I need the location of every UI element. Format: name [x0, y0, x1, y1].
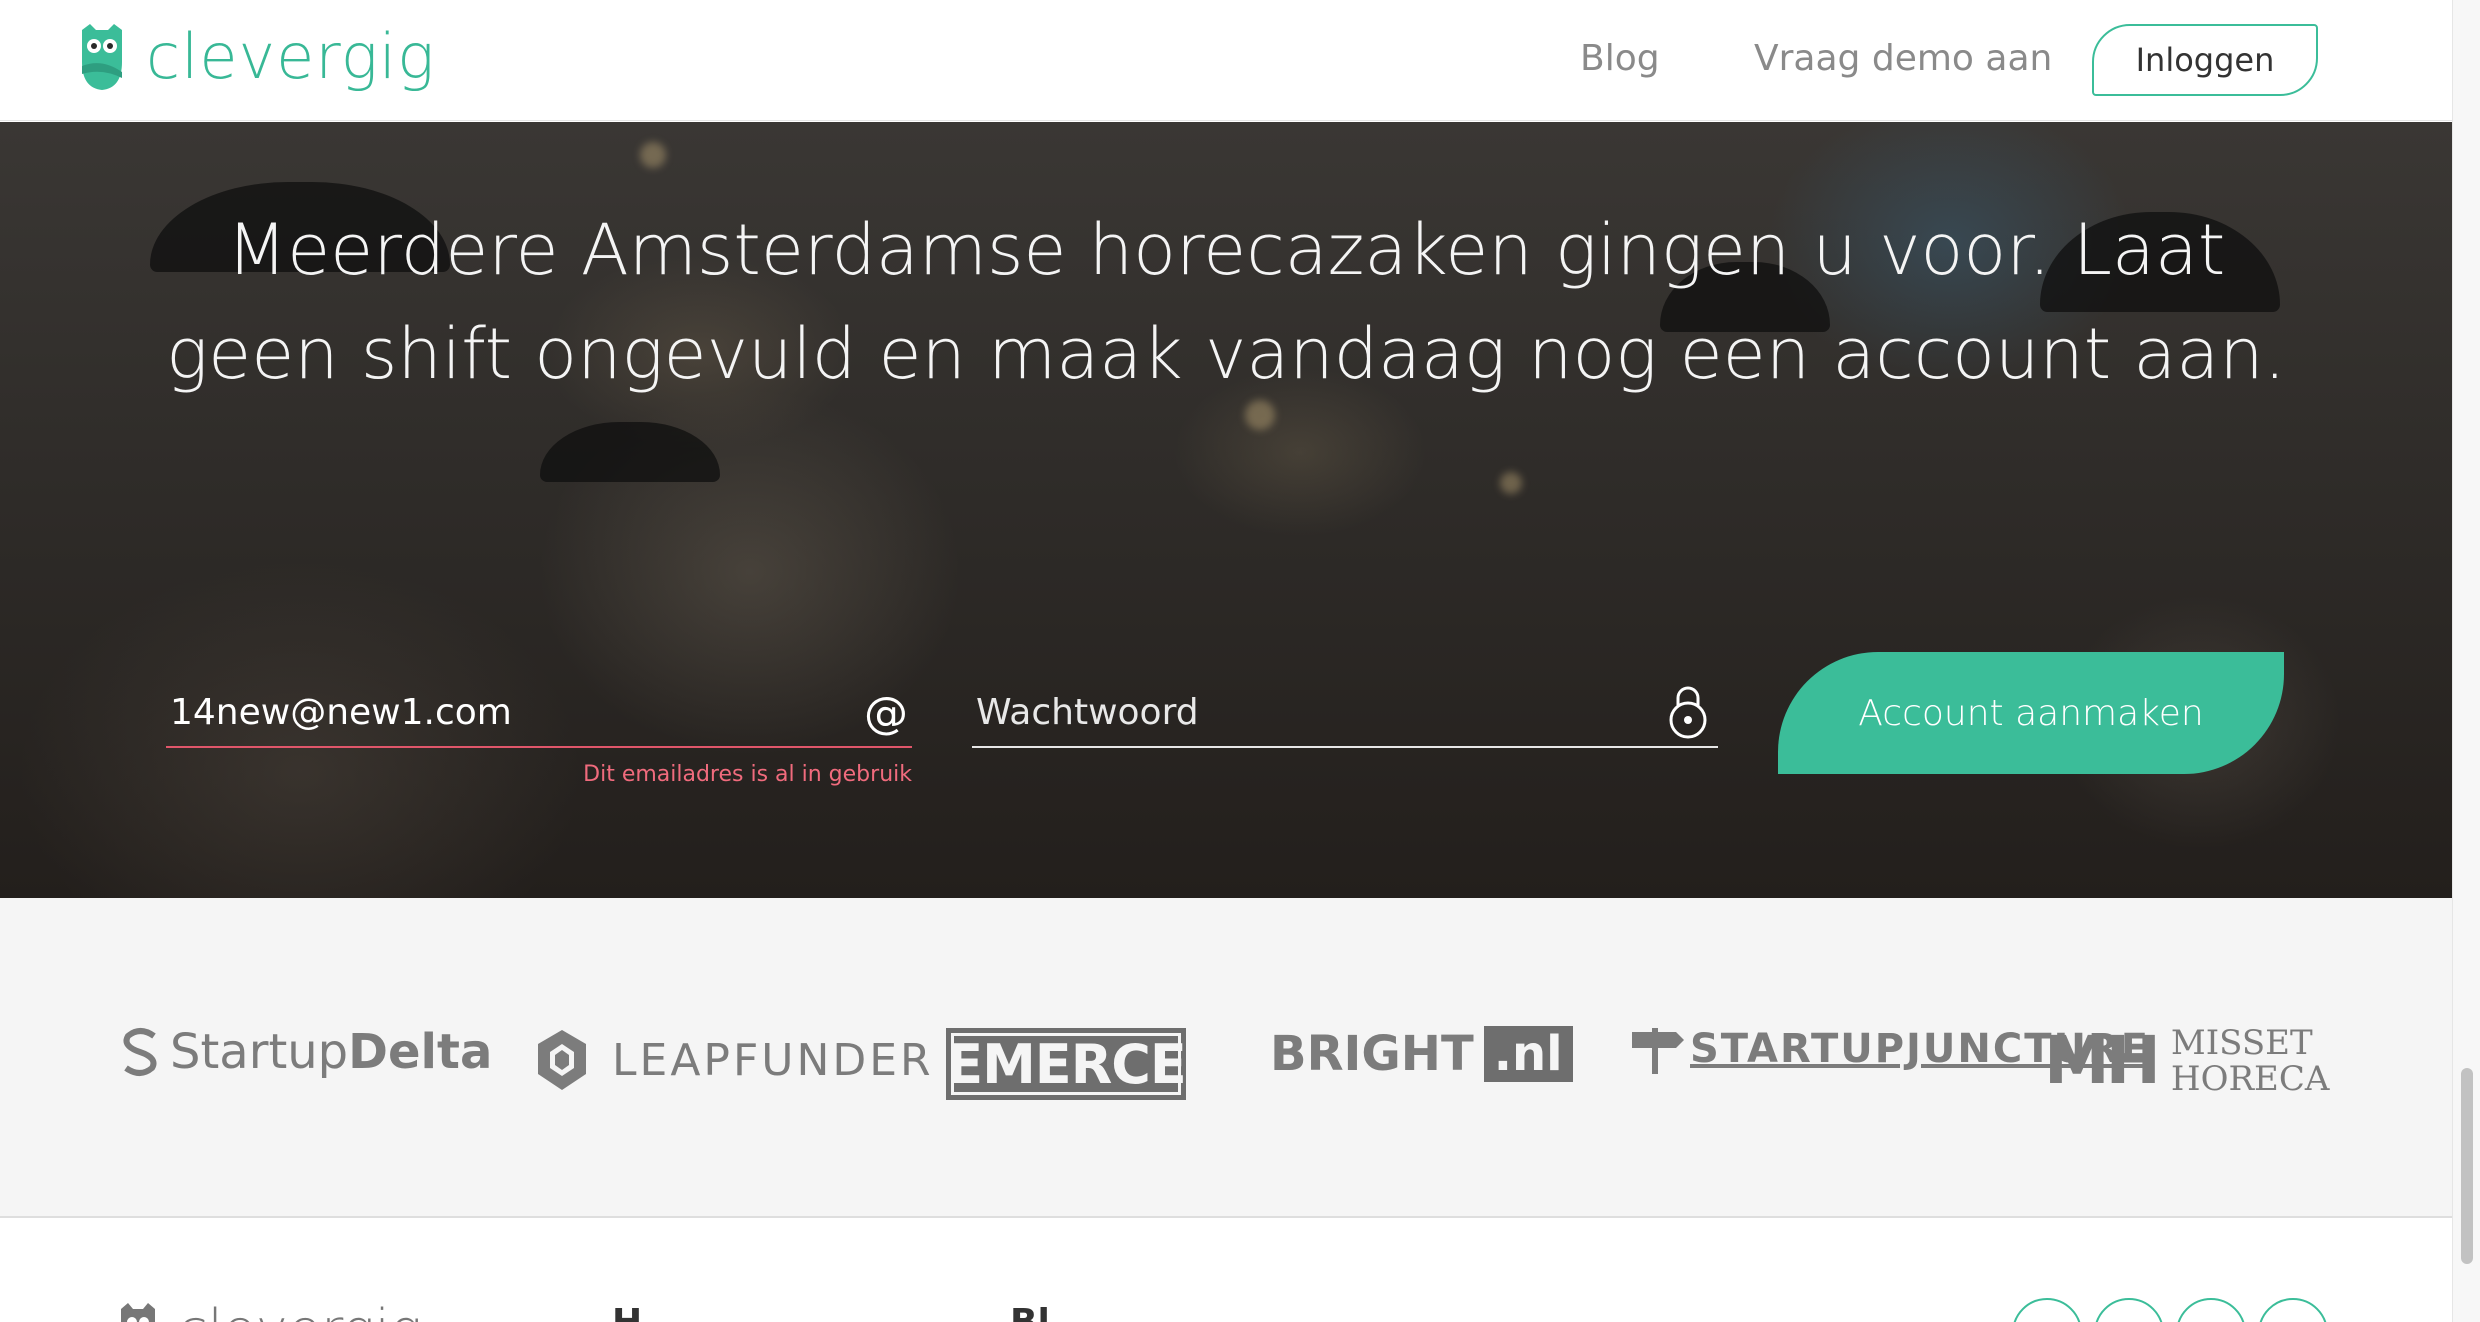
- background-light: [640, 142, 666, 168]
- create-account-button[interactable]: Account aanmaken: [1778, 652, 2284, 774]
- page: clevergig Blog Vraag demo aan Inloggen M…: [0, 0, 2480, 1322]
- emerce-logo: EMERCE: [946, 1028, 1187, 1100]
- facebook-icon[interactable]: [2012, 1298, 2082, 1322]
- misset-line1: MISSET: [2170, 1022, 2313, 1063]
- bright-logo: BRIGHT .nl: [1270, 1026, 1573, 1082]
- page-scrollbar[interactable]: [2452, 0, 2480, 1322]
- hero-signup-section: Meerdere Amsterdamse horecazaken gingen …: [0, 122, 2452, 898]
- linkedin-icon[interactable]: [2258, 1298, 2328, 1322]
- at-icon: @: [864, 688, 908, 739]
- footer-column-heading: H: [612, 1302, 642, 1322]
- bright-tld: .nl: [1483, 1026, 1573, 1082]
- password-field[interactable]: [972, 678, 1718, 748]
- hero-heading: Meerdere Amsterdamse horecazaken gingen …: [166, 209, 2286, 395]
- startupdelta-bold: Delta: [348, 1024, 493, 1080]
- misset-horeca-logo: MH MISSET HORECA: [2044, 1022, 2329, 1099]
- background-light: [1500, 472, 1522, 494]
- startupdelta-mark-icon: [123, 1028, 157, 1076]
- top-navigation: clevergig Blog Vraag demo aan Inloggen: [0, 0, 2452, 121]
- nav-blog-link[interactable]: Blog: [1580, 38, 1660, 79]
- startupdelta-light: Startup: [170, 1024, 349, 1080]
- owl-logo-icon: [82, 24, 122, 90]
- footer-brand-name: clevergig: [178, 1298, 422, 1322]
- signpost-icon: [1632, 1028, 1684, 1074]
- startupdelta-logo: Startup Delta: [120, 1024, 492, 1080]
- misset-words: MISSET HORECA: [2171, 1025, 2330, 1097]
- footer-column-heading: Bl: [1010, 1302, 1050, 1322]
- email-error-message: Dit emailadres is al in gebruik: [583, 762, 912, 787]
- email-field[interactable]: @: [166, 678, 912, 748]
- background-lamp: [540, 422, 720, 482]
- login-button[interactable]: Inloggen: [2092, 24, 2318, 96]
- email-input[interactable]: [166, 678, 912, 746]
- footer: clevergig H Bl: [0, 1220, 2452, 1322]
- leapfunder-logo: LEAPFUNDER: [534, 1028, 934, 1092]
- leapfunder-text: LEAPFUNDER: [612, 1034, 934, 1086]
- brand-logo[interactable]: clevergig: [78, 22, 435, 92]
- misset-mark: MH: [2044, 1022, 2161, 1099]
- instagram-icon[interactable]: [2176, 1298, 2246, 1322]
- footer-logo[interactable]: clevergig: [118, 1298, 422, 1322]
- misset-line2: HORECA: [2170, 1058, 2330, 1099]
- brand-name: clevergig: [146, 20, 436, 93]
- owl-logo-icon: [121, 1302, 155, 1322]
- bright-name: BRIGHT: [1270, 1026, 1474, 1082]
- nav-demo-link[interactable]: Vraag demo aan: [1754, 38, 2052, 79]
- twitter-icon[interactable]: [2094, 1298, 2164, 1322]
- partner-logos: Startup Delta LEAPFUNDER EMERCE BRIGHT .nl…: [0, 898, 2452, 1218]
- leapfunder-hex-icon: [538, 1030, 586, 1090]
- lock-icon: [1669, 686, 1707, 739]
- scrollbar-thumb[interactable]: [2461, 1068, 2473, 1264]
- password-input[interactable]: [972, 678, 1718, 746]
